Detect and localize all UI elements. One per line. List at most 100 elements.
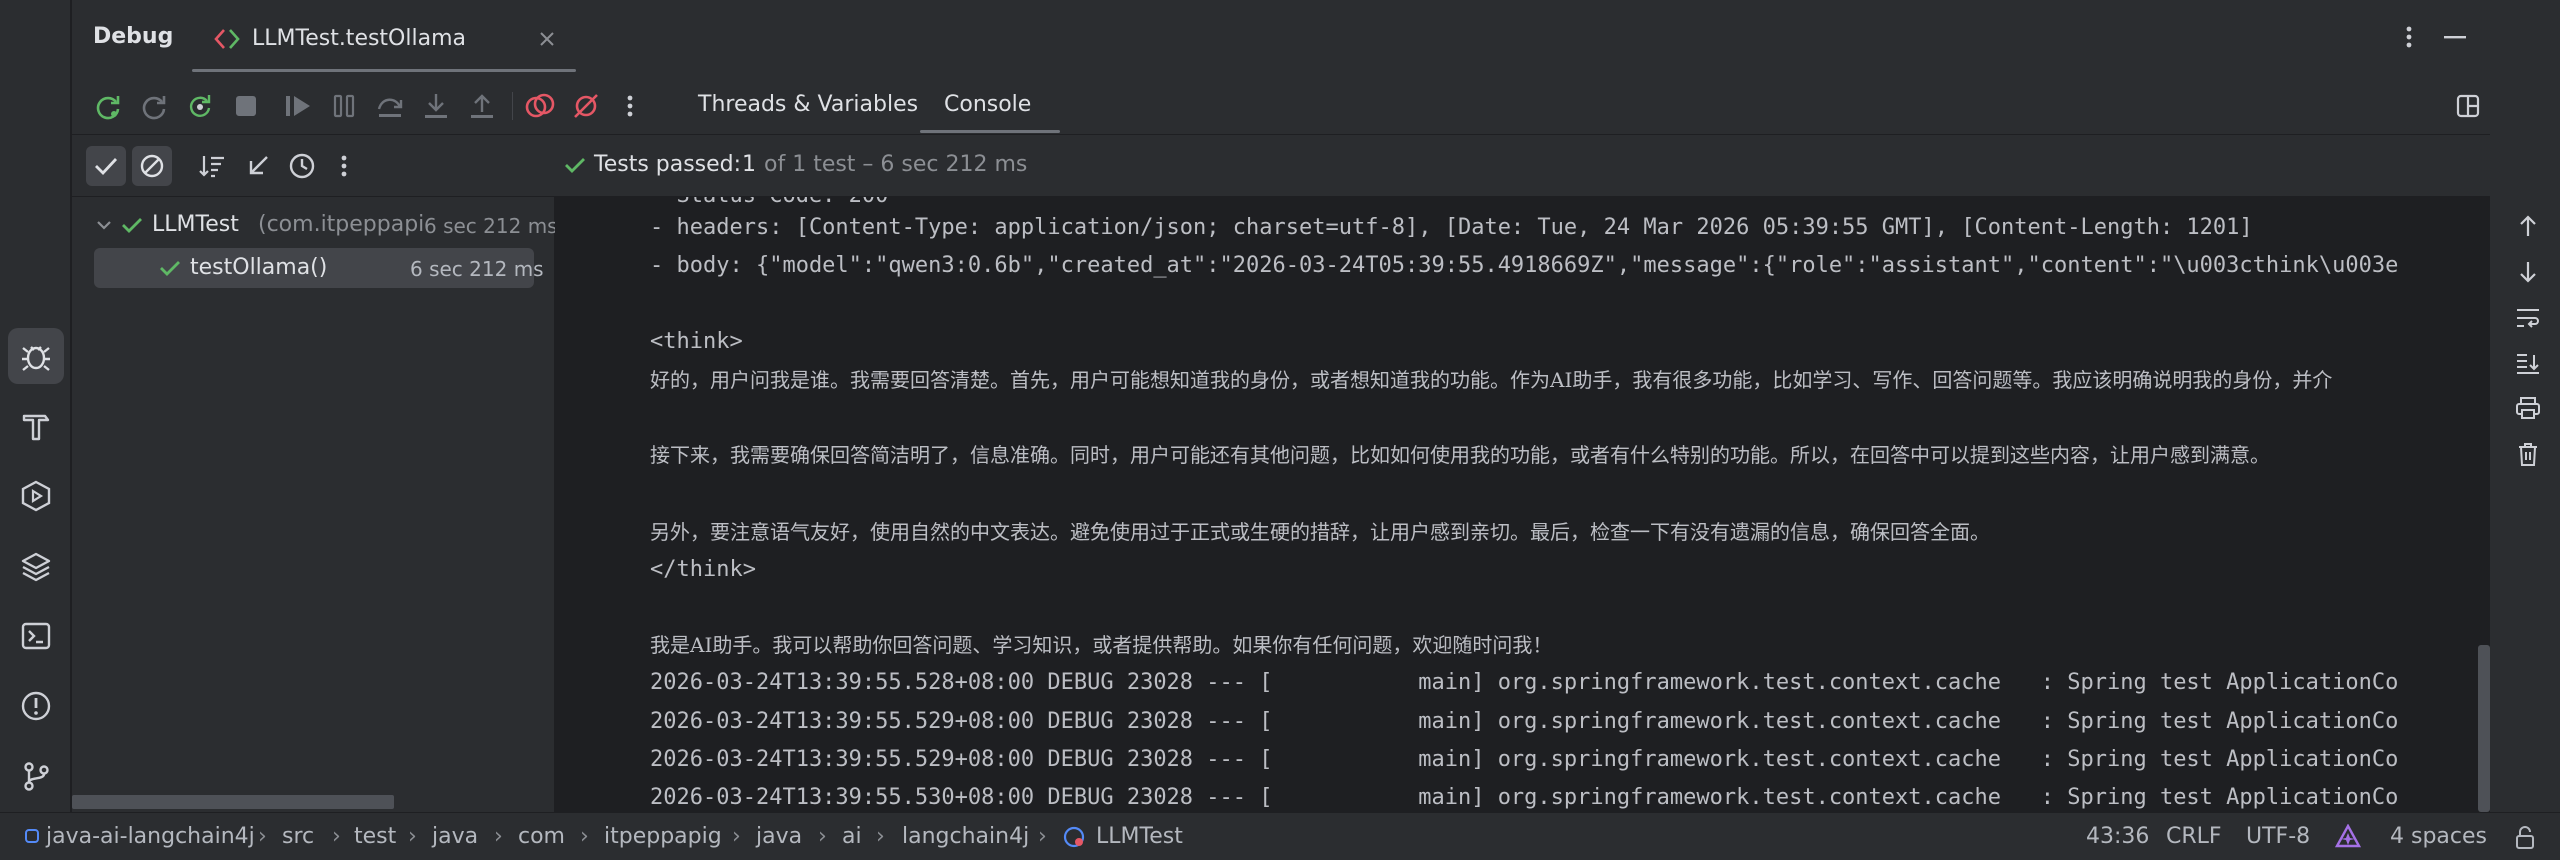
console-line: 好的，用户问我是谁。我需要回答清楚。首先，用户可能想知道我的身份，或者想知道我的…: [650, 368, 2333, 392]
line-separator[interactable]: CRLF: [2166, 813, 2222, 860]
caret-position[interactable]: 43:36: [2086, 813, 2149, 860]
console-output[interactable]: - Status Code: 200 - headers: [Content-T…: [555, 197, 2490, 812]
import-tests-icon[interactable]: [240, 148, 276, 184]
services-run-icon[interactable]: [8, 468, 64, 524]
tree-horizontal-scrollbar[interactable]: [72, 795, 394, 809]
console-line: 我是AI助手。我可以帮助你回答问题、学习知识，或者提供帮助。如果你有任何问题，欢…: [650, 633, 1553, 657]
tree-row-testollama[interactable]: testOllama() 6 sec 212 ms: [94, 248, 544, 288]
show-passed-toggle[interactable]: [86, 146, 126, 186]
breadcrumb-separator: ›: [732, 824, 741, 849]
breadcrumb-separator: ›: [408, 824, 417, 849]
console-line: 2026-03-24T13:39:55.528+08:00 DEBUG 2302…: [650, 670, 2399, 695]
print-icon[interactable]: [2512, 392, 2544, 424]
test-passed-icon: [158, 256, 182, 280]
breadcrumb-separator: ›: [258, 824, 267, 849]
breadcrumb-separator: ›: [1038, 824, 1047, 849]
console-vertical-scrollbar[interactable]: [2478, 645, 2490, 812]
git-branch-icon[interactable]: [8, 748, 64, 804]
breadcrumb-separator: ›: [494, 824, 503, 849]
tree-class-package: (com.itpeppapi: [258, 212, 425, 237]
console-line: - body: {"model":"qwen3:0.6b","created_a…: [650, 253, 2399, 278]
breadcrumb-ai[interactable]: ai: [842, 813, 862, 860]
test-passed-icon: [120, 213, 144, 237]
debug-tool-icon[interactable]: [8, 328, 64, 384]
close-tab-icon[interactable]: [534, 26, 560, 52]
lock-icon[interactable]: [2512, 825, 2538, 851]
rerun-icon[interactable]: [92, 90, 124, 122]
step-into-icon[interactable]: [420, 90, 452, 122]
console-line: - headers: [Content-Type: application/js…: [650, 215, 2253, 240]
console-line: 2026-03-24T13:39:55.529+08:00 DEBUG 2302…: [650, 747, 2399, 772]
tree-method-time: 6 sec 212 ms: [410, 257, 544, 281]
more-options-icon[interactable]: [2394, 22, 2424, 52]
breadcrumb-project[interactable]: java-ai-langchain4j: [46, 813, 255, 860]
breadcrumb-itpeppapig[interactable]: itpeppapig: [604, 813, 722, 860]
console-line: 2026-03-24T13:39:55.529+08:00 DEBUG 2302…: [650, 709, 2399, 734]
sort-icon[interactable]: [194, 148, 230, 184]
debugger-toolbar: Threads & Variables Console: [72, 78, 2490, 135]
panel-title: Debug: [93, 24, 174, 49]
active-tab-indicator: [192, 69, 576, 72]
status-bar: java-ai-langchain4j › src › test › java …: [0, 812, 2560, 860]
rerun-failed-icon[interactable]: [138, 90, 170, 122]
junit-test-icon: [212, 24, 242, 54]
layout-settings-icon[interactable]: [2452, 90, 2484, 122]
arrow-down-icon[interactable]: [2512, 256, 2544, 288]
arrow-up-icon[interactable]: [2512, 210, 2544, 242]
breadcrumb-com[interactable]: com: [518, 813, 565, 860]
breadcrumb-src[interactable]: src: [282, 813, 314, 860]
layers-icon[interactable]: [8, 538, 64, 594]
chevron-down-icon[interactable]: [94, 215, 114, 235]
test-class-icon: [1062, 825, 1086, 849]
breadcrumb-separator: ›: [332, 824, 341, 849]
terminal-icon[interactable]: [8, 608, 64, 664]
tests-passed-detail: of 1 test – 6 sec 212 ms: [764, 152, 1028, 177]
test-results-toolbar: Tests passed: 1 of 1 test – 6 sec 212 ms: [72, 136, 2490, 197]
breadcrumb-class[interactable]: LLMTest: [1096, 813, 1183, 860]
history-icon[interactable]: [284, 148, 320, 184]
breadcrumb-separator: ›: [876, 824, 885, 849]
tab-console[interactable]: Console: [944, 92, 1031, 117]
test-toolbar-more-icon[interactable]: [328, 148, 360, 184]
breadcrumb-java[interactable]: java: [432, 813, 478, 860]
tool-window-header: Debug LLMTest.testOllama: [72, 0, 2490, 76]
module-icon: [24, 828, 40, 844]
ai-assistant-icon[interactable]: [2334, 823, 2362, 851]
tree-row-llmtest[interactable]: LLMTest (com.itpeppapi 6 sec 212 ms: [86, 209, 558, 243]
mute-breakpoints-icon[interactable]: [570, 90, 602, 122]
console-line: 另外，要注意语气友好，使用自然的中文表达。避免使用过于正式或生硬的措辞，让用户感…: [650, 520, 1990, 544]
minimize-icon[interactable]: [2440, 22, 2470, 52]
breadcrumb-separator: ›: [818, 824, 827, 849]
debug-tool-window: Debug LLMTest.testOllama Threads & Varia…: [72, 0, 2560, 812]
toolbar-separator: [512, 92, 513, 120]
view-breakpoints-icon[interactable]: [524, 90, 556, 122]
file-encoding[interactable]: UTF-8: [2246, 813, 2310, 860]
toolbar-more-icon[interactable]: [614, 90, 646, 122]
breadcrumb-java-2[interactable]: java: [756, 813, 802, 860]
console-line: </think>: [650, 557, 756, 582]
breadcrumb-langchain4j[interactable]: langchain4j: [902, 813, 1029, 860]
problems-icon[interactable]: [8, 678, 64, 734]
step-out-icon[interactable]: [466, 90, 498, 122]
scroll-to-end-icon[interactable]: [2512, 348, 2544, 380]
run-tab-label: LLMTest.testOllama: [252, 26, 466, 51]
console-actions-bar: [2490, 0, 2560, 812]
left-tool-strip: [0, 0, 71, 812]
pause-icon[interactable]: [328, 90, 360, 122]
step-over-icon[interactable]: [374, 90, 406, 122]
tab-threads-variables[interactable]: Threads & Variables: [698, 92, 918, 117]
stop-icon[interactable]: [230, 90, 262, 122]
build-hammer-icon[interactable]: [8, 398, 64, 454]
show-ignored-toggle[interactable]: [132, 146, 172, 186]
clear-all-trash-icon[interactable]: [2512, 438, 2544, 470]
run-config-tab[interactable]: LLMTest.testOllama: [212, 12, 572, 68]
breadcrumb-test[interactable]: test: [354, 813, 396, 860]
toggle-auto-test-icon[interactable]: [184, 90, 216, 122]
tree-class-name: LLMTest: [152, 212, 239, 237]
indent-setting[interactable]: 4 spaces: [2390, 813, 2487, 860]
console-line: - Status Code: 200: [650, 197, 888, 211]
tests-passed-label: Tests passed:: [594, 152, 742, 177]
resume-icon[interactable]: [282, 90, 314, 122]
console-line: 接下来，我需要确保回答简洁明了，信息准确。同时，用户可能还有其他问题，比如如何使…: [650, 443, 2270, 467]
soft-wrap-icon[interactable]: [2512, 302, 2544, 334]
